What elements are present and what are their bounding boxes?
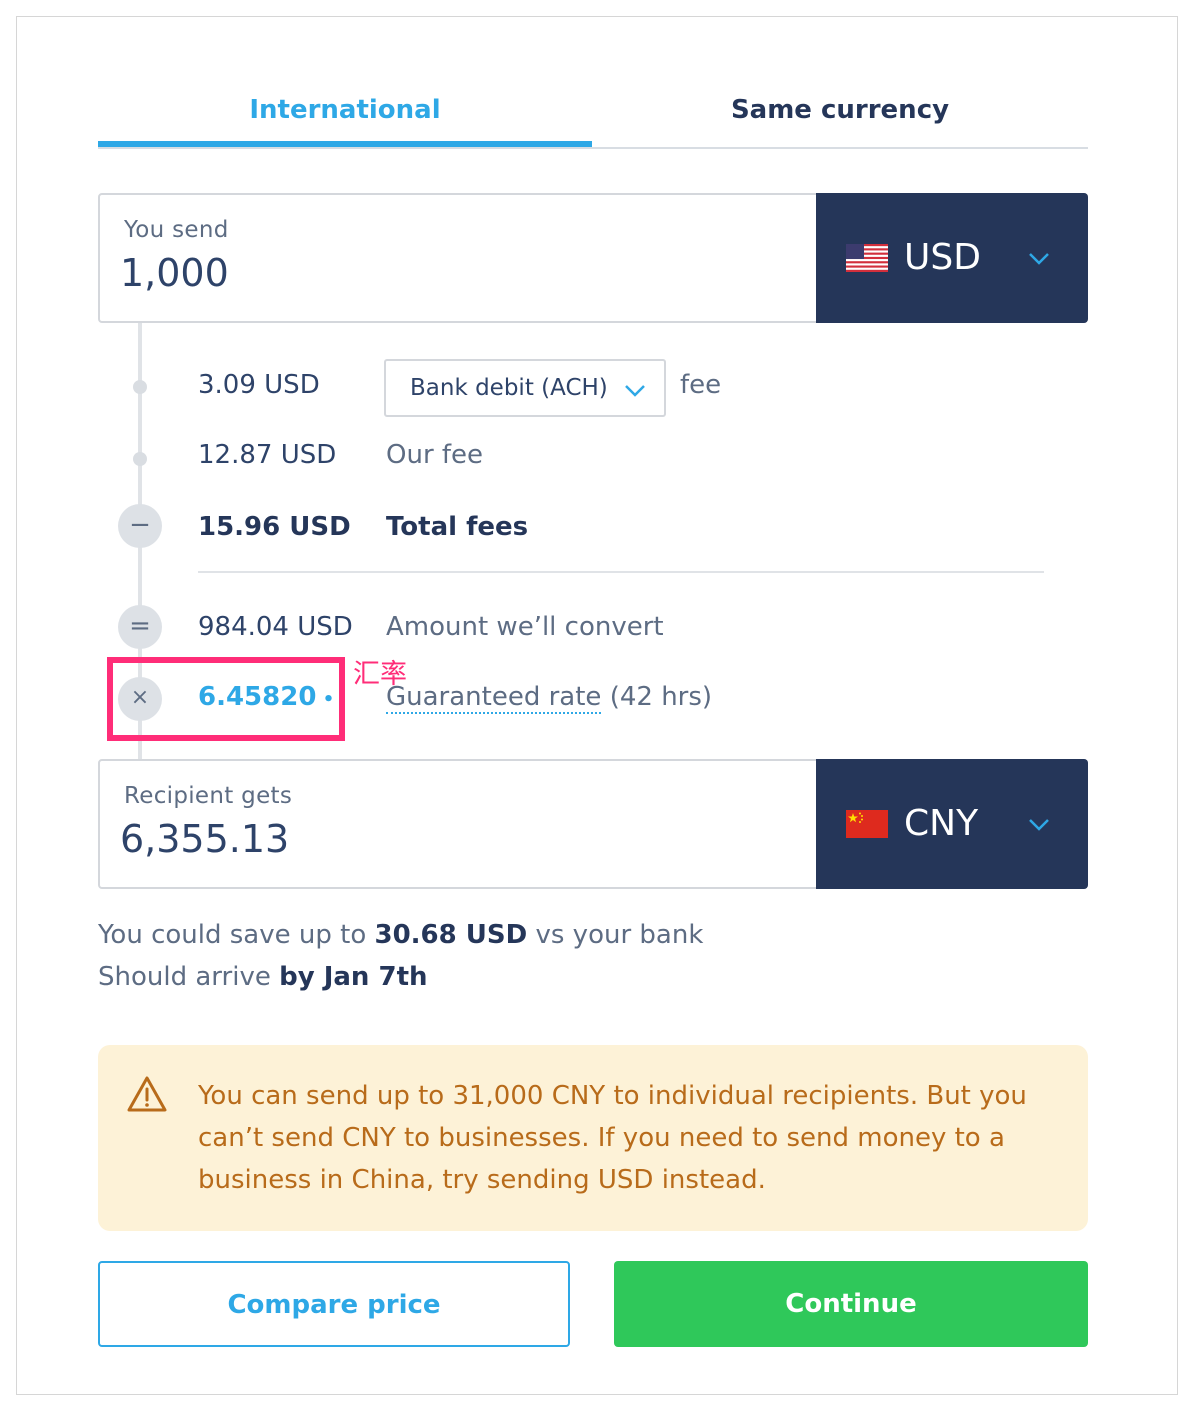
savings-prefix: You could save up to <box>98 920 375 950</box>
guaranteed-rate-link[interactable]: Guaranteed rate <box>386 682 602 714</box>
receive-label: Recipient gets <box>124 783 293 809</box>
tab-same-currency[interactable]: Same currency <box>592 92 1088 132</box>
receive-amount-input[interactable] <box>120 817 800 861</box>
minus-icon: − <box>118 504 162 548</box>
warning-banner: You can send up to 31,000 CNY to individ… <box>98 1045 1088 1231</box>
arrival-date: by Jan 7th <box>279 962 428 992</box>
tab-international[interactable]: International <box>98 92 592 132</box>
payment-method-value: Bank debit (ACH) <box>410 375 608 401</box>
continue-button[interactable]: Continue <box>614 1261 1088 1347</box>
timeline-dot <box>133 380 147 394</box>
receive-amount-box: Recipient gets CNY <box>98 759 1088 889</box>
savings-amount: 30.68 USD <box>374 920 528 950</box>
send-amount-input[interactable] <box>120 251 800 295</box>
us-flag-icon <box>846 244 888 272</box>
total-fees-amount: 15.96 USD <box>198 512 351 542</box>
timeline-dot <box>133 452 147 466</box>
tab-divider <box>98 147 1088 149</box>
our-fee-label: Our fee <box>386 440 484 470</box>
warning-text: You can send up to 31,000 CNY to individ… <box>198 1081 1027 1195</box>
total-fees-label: Total fees <box>386 512 529 542</box>
exchange-rate: 6.45820 • <box>198 682 334 712</box>
chevron-down-icon <box>1029 819 1049 831</box>
arrival-text: Should arrive by Jan 7th <box>98 962 428 992</box>
tab-active-indicator <box>98 141 592 147</box>
rate-dot-icon: • <box>316 689 335 710</box>
cn-flag-icon <box>846 810 888 838</box>
savings-suffix: vs your bank <box>527 920 704 950</box>
send-amount-box: You send USD <box>98 193 1088 323</box>
exchange-rate-value: 6.45820 <box>198 682 317 712</box>
chevron-down-icon <box>625 385 645 397</box>
guaranteed-rate-duration: (42 hrs) <box>601 682 713 712</box>
compare-price-button[interactable]: Compare price <box>98 1261 570 1347</box>
chevron-down-icon <box>1029 253 1049 265</box>
receive-currency-select[interactable]: CNY <box>816 759 1088 889</box>
method-fee-amount: 3.09 USD <box>198 370 320 400</box>
savings-text: You could save up to 30.68 USD vs your b… <box>98 920 703 950</box>
our-fee-amount: 12.87 USD <box>198 440 337 470</box>
fees-divider <box>198 571 1044 573</box>
send-label: You send <box>124 217 229 243</box>
arrival-prefix: Should arrive <box>98 962 280 992</box>
send-currency-code: USD <box>904 237 981 278</box>
receive-currency-code: CNY <box>904 803 979 844</box>
send-currency-select[interactable]: USD <box>816 193 1088 323</box>
convert-label: Amount we’ll convert <box>386 612 664 642</box>
method-fee-label: fee <box>680 370 722 400</box>
warning-icon <box>127 1076 167 1112</box>
equals-icon: = <box>118 605 162 649</box>
payment-method-select[interactable]: Bank debit (ACH) <box>384 359 666 417</box>
guaranteed-rate: Guaranteed rate (42 hrs) <box>386 682 713 714</box>
convert-amount: 984.04 USD <box>198 612 353 642</box>
